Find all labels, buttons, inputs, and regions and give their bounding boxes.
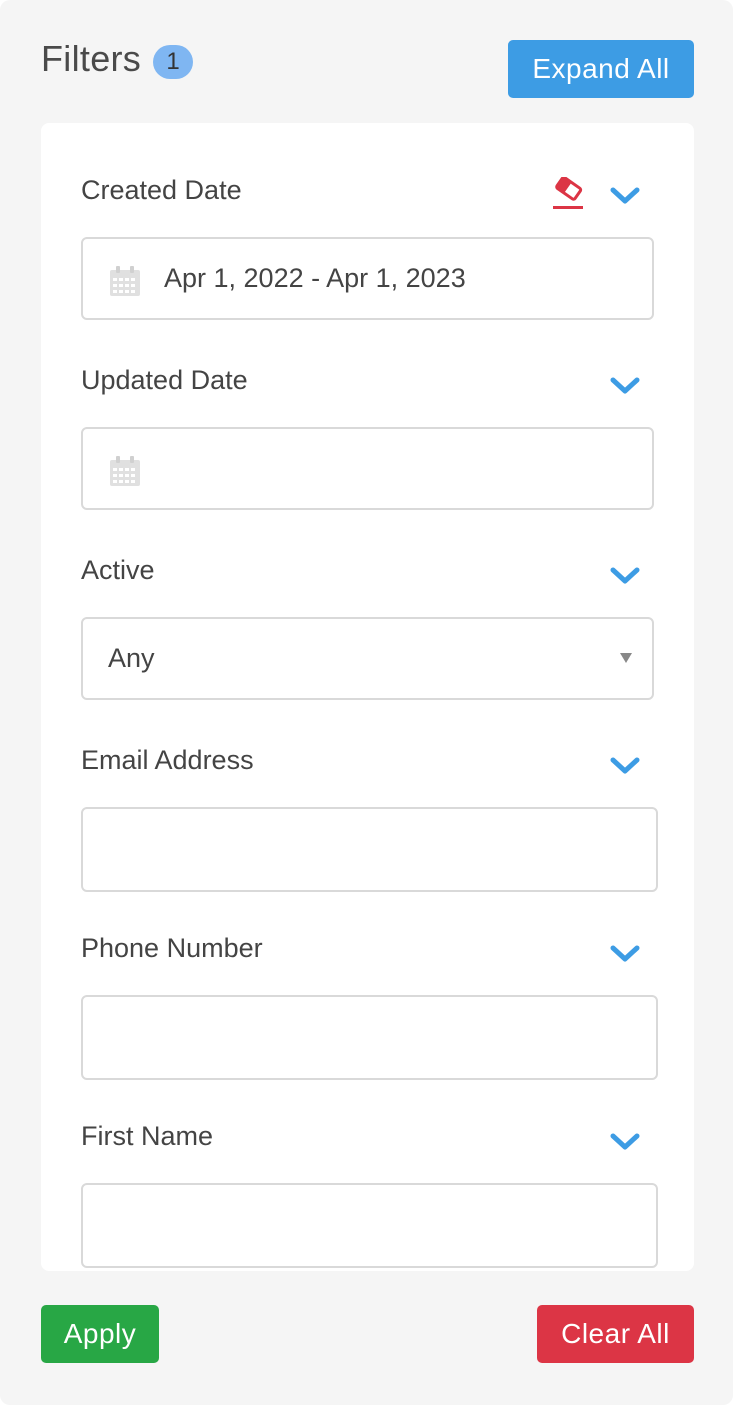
filter-first-name: First Name	[81, 1121, 658, 1268]
chevron-down-icon[interactable]	[609, 943, 641, 965]
expand-all-button[interactable]: Expand All	[508, 40, 694, 98]
filter-list: Created Date Apr 1, 2022 - Apr 1, 2023 U…	[41, 123, 694, 1271]
active-select[interactable]: Any	[81, 617, 654, 700]
eraser-icon[interactable]	[551, 175, 587, 211]
filters-footer: Apply Clear All	[41, 1305, 694, 1363]
phone-number-input[interactable]	[81, 995, 658, 1080]
filters-header: Filters 1 Expand All	[41, 36, 694, 98]
filter-label: First Name	[81, 1121, 214, 1151]
calendar-icon	[109, 455, 141, 487]
calendar-icon	[109, 265, 141, 297]
chevron-down-icon[interactable]	[609, 375, 641, 397]
updated-date-range-input[interactable]	[81, 427, 654, 510]
filter-label: Updated Date	[81, 365, 248, 395]
filter-created-date: Created Date Apr 1, 2022 - Apr 1, 2023	[81, 175, 654, 320]
filter-label: Created Date	[81, 175, 242, 205]
filter-label: Email Address	[81, 745, 254, 775]
filter-label: Active	[81, 555, 155, 585]
created-date-range-input[interactable]: Apr 1, 2022 - Apr 1, 2023	[81, 237, 654, 320]
filter-label: Phone Number	[81, 933, 263, 963]
filter-email-address: Email Address	[81, 745, 658, 892]
filter-updated-date: Updated Date	[81, 365, 654, 510]
active-select-value: Any	[108, 643, 155, 673]
created-date-value: Apr 1, 2022 - Apr 1, 2023	[164, 263, 466, 293]
filters-title: Filters	[41, 38, 142, 79]
chevron-down-icon[interactable]	[609, 1131, 641, 1153]
email-address-input[interactable]	[81, 807, 658, 892]
first-name-input[interactable]	[81, 1183, 658, 1268]
filters-panel: Filters 1 Expand All Created Date Apr 1,…	[0, 0, 733, 1405]
caret-down-icon	[620, 653, 632, 663]
chevron-down-icon[interactable]	[609, 565, 641, 587]
active-filter-count-badge: 1	[153, 45, 193, 79]
chevron-down-icon[interactable]	[609, 185, 641, 207]
filter-phone-number: Phone Number	[81, 933, 658, 1080]
clear-all-button[interactable]: Clear All	[537, 1305, 694, 1363]
chevron-down-icon[interactable]	[609, 755, 641, 777]
apply-button[interactable]: Apply	[41, 1305, 159, 1363]
filter-active: Active Any	[81, 555, 654, 700]
